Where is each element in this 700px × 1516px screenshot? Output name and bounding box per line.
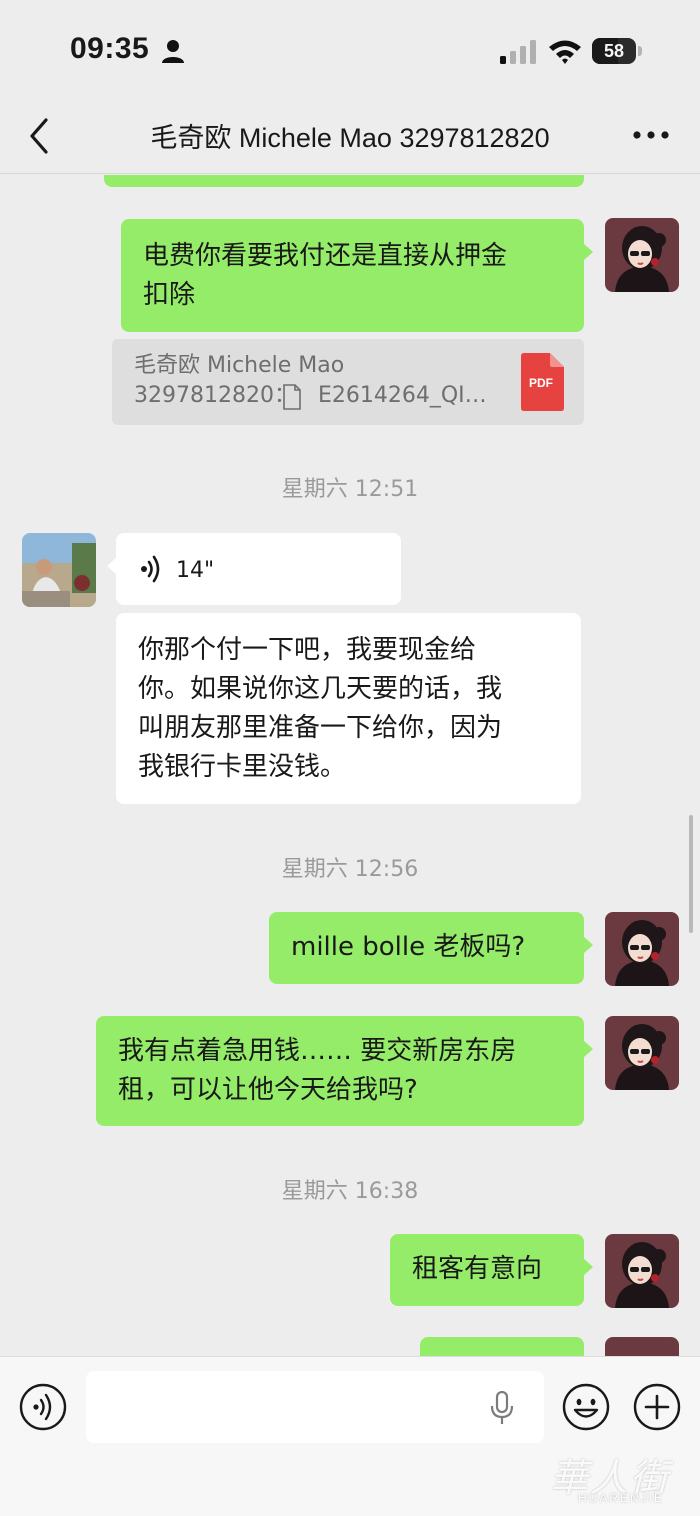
- battery-cap: [638, 46, 642, 56]
- chat-area[interactable]: 电费你看要我付还是直接从押金 扣除 毛奇欧 Michele Mao 329781…: [0, 175, 700, 1356]
- message-text: 租客有意向: [412, 1254, 543, 1284]
- status-time: 09:35: [70, 32, 150, 65]
- nav-bar: 毛奇欧 Michele Mao 3297812820: [0, 100, 700, 174]
- my-avatar[interactable]: [605, 1016, 679, 1090]
- pdf-label: PDF: [529, 376, 553, 390]
- timestamp: 星期六 12:51: [281, 477, 419, 502]
- message-text: 电费你看要我付还是直接从押金 扣除: [143, 241, 508, 310]
- voice-duration: 14": [176, 558, 215, 583]
- message-text: 我有点着急用钱…… 要交新房东房 租，可以让他今天给我吗?: [118, 1036, 517, 1105]
- message-text: 你那个付一下吧，我要现金给 你。如果说你这几天要的话，我 叫朋友那里准备一下给你…: [138, 635, 503, 782]
- timestamp: 星期六 16:38: [281, 1179, 419, 1204]
- chevron-left-icon[interactable]: [24, 114, 54, 158]
- mic-icon[interactable]: [488, 1391, 516, 1425]
- watermark-logo: 華人街 HUARENJIE: [546, 1445, 696, 1509]
- emoji-icon[interactable]: [562, 1383, 610, 1431]
- quote-file-name: 3297812820： E2614264_QI…: [134, 383, 487, 408]
- contact-avatar-photo: [22, 533, 96, 607]
- message-text: mille bolle 老板吗?: [291, 932, 526, 962]
- more-dots-icon[interactable]: [628, 120, 674, 150]
- quote-sender: 毛奇欧 Michele Mao: [134, 353, 345, 378]
- message-bubble-next[interactable]: [420, 1337, 584, 1356]
- avatar-illustration: [605, 1016, 679, 1090]
- message-bubble-outgoing[interactable]: mille bolle 老板吗?: [269, 912, 593, 984]
- input-bar: 華人街 HUARENJIE: [0, 1356, 700, 1516]
- voice-wave-icon: [141, 555, 160, 583]
- my-avatar[interactable]: [605, 912, 679, 986]
- message-bubble-outgoing[interactable]: 租客有意向: [390, 1234, 593, 1306]
- bubble-tail: [583, 936, 593, 954]
- timestamp: 星期六 12:56: [281, 857, 419, 882]
- voice-toggle-icon[interactable]: [19, 1383, 67, 1431]
- bubble-tail: [583, 1040, 593, 1058]
- message-bubble-outgoing[interactable]: 我有点着急用钱…… 要交新房东房 租，可以让他今天给我吗?: [96, 1016, 593, 1126]
- signal-icon: [500, 40, 536, 64]
- document-icon: [283, 384, 301, 410]
- bubble-tail: [107, 557, 117, 575]
- watermark-sub: HUARENJIE: [578, 1491, 665, 1505]
- avatar-illustration: [605, 1234, 679, 1308]
- person-icon: [162, 40, 184, 63]
- status-bar: 09:35 58: [0, 0, 700, 100]
- plus-icon[interactable]: [633, 1383, 681, 1431]
- battery-indicator: 58: [592, 38, 642, 64]
- avatar-illustration: [605, 912, 679, 986]
- message-bubble-previous[interactable]: [104, 175, 584, 187]
- my-avatar[interactable]: [605, 1337, 679, 1356]
- contact-avatar[interactable]: [22, 533, 96, 607]
- my-avatar[interactable]: [605, 218, 679, 292]
- quote-text: 毛奇欧 Michele Mao 3297812820： E2614264_QI…: [134, 351, 514, 411]
- message-bubble-incoming[interactable]: 你那个付一下吧，我要现金给 你。如果说你这几天要的话，我 叫朋友那里准备一下给你…: [116, 613, 581, 804]
- message-bubble-outgoing[interactable]: 电费你看要我付还是直接从押金 扣除: [121, 219, 593, 332]
- battery-percent: 58: [603, 41, 625, 61]
- quoted-file-message[interactable]: 毛奇欧 Michele Mao 3297812820： E2614264_QI……: [112, 339, 584, 425]
- message-input[interactable]: [86, 1371, 544, 1443]
- wifi-icon: [549, 40, 581, 64]
- avatar-illustration: [605, 218, 679, 292]
- bubble-tail: [583, 1258, 593, 1276]
- voice-message-bubble[interactable]: 14": [107, 533, 401, 605]
- bubble-tail: [583, 243, 593, 261]
- chat-title: 毛奇欧 Michele Mao 3297812820: [150, 123, 550, 153]
- my-avatar[interactable]: [605, 1234, 679, 1308]
- scrollbar[interactable]: [689, 815, 693, 933]
